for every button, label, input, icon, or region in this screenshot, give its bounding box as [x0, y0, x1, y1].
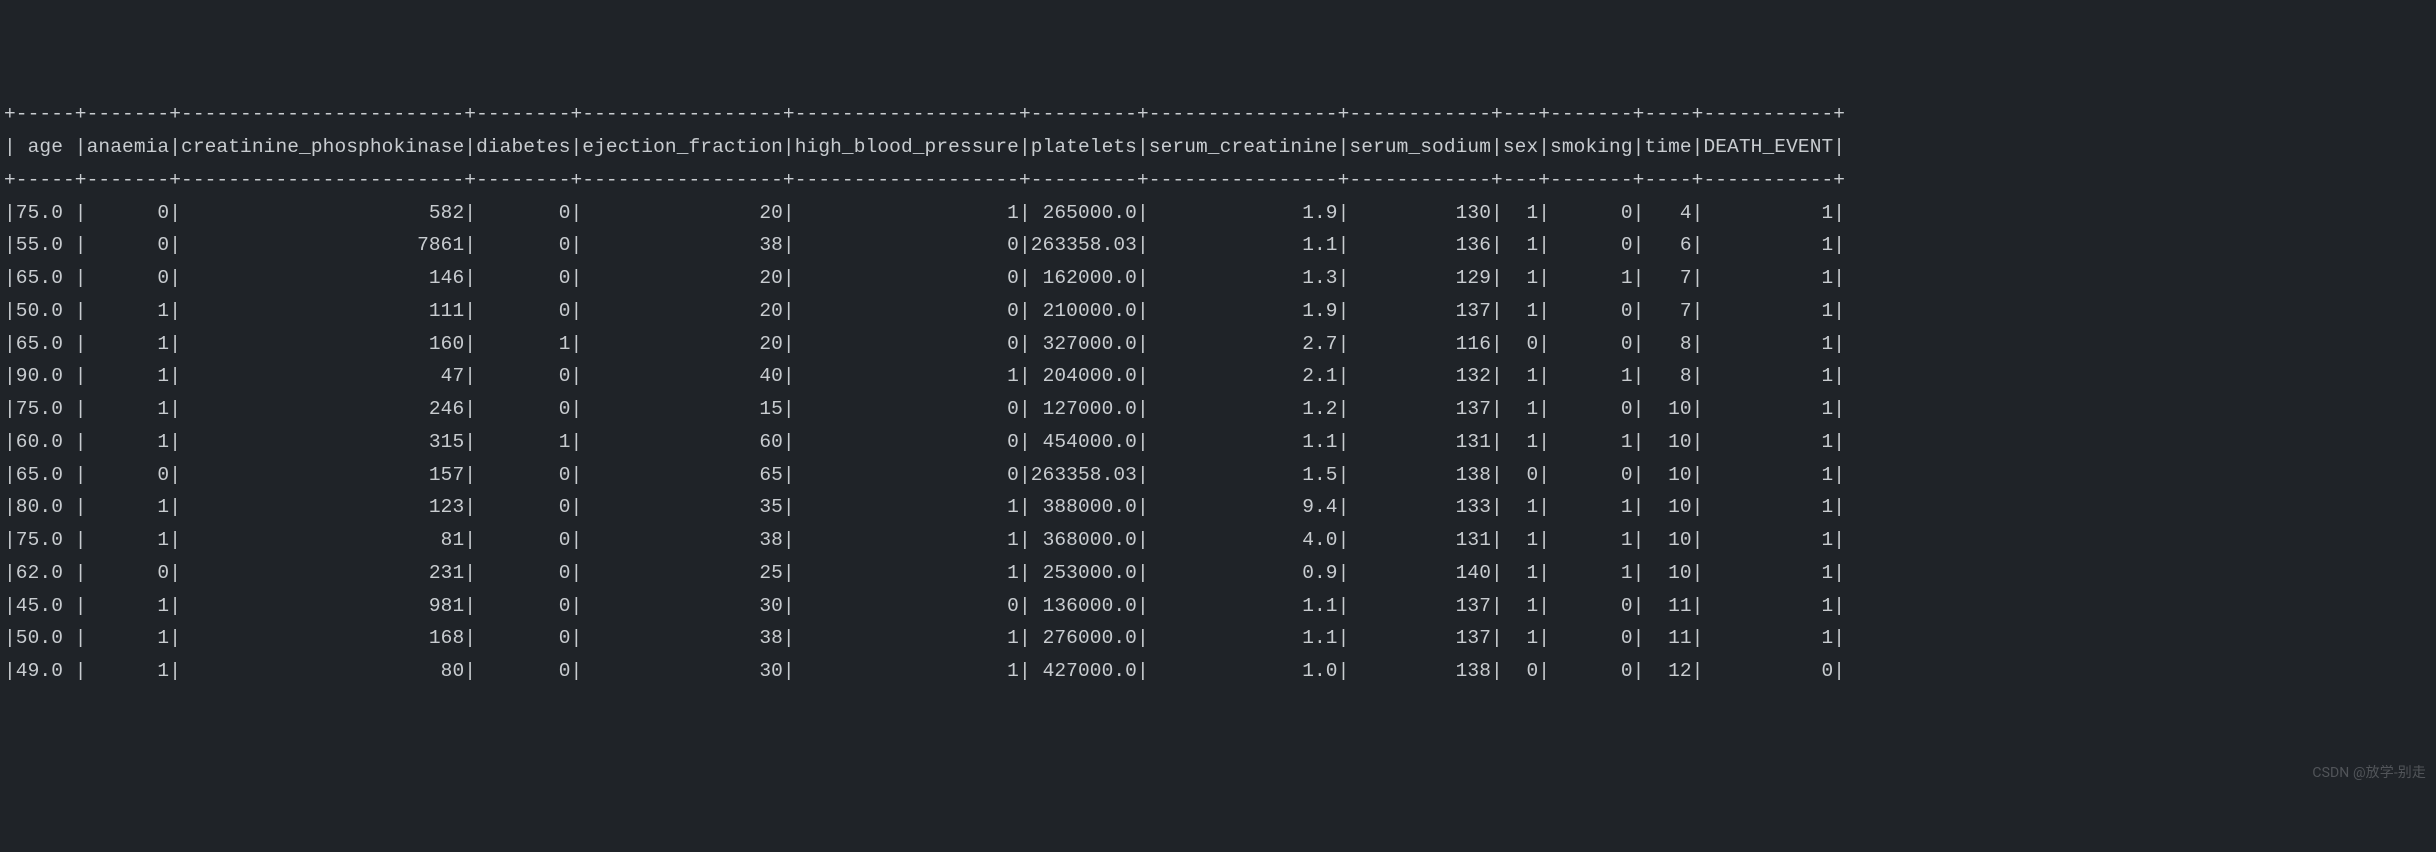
terminal-output: +-----+-------+------------------------+…	[0, 98, 2436, 688]
watermark-text: CSDN @放学-别走	[2312, 762, 2426, 786]
